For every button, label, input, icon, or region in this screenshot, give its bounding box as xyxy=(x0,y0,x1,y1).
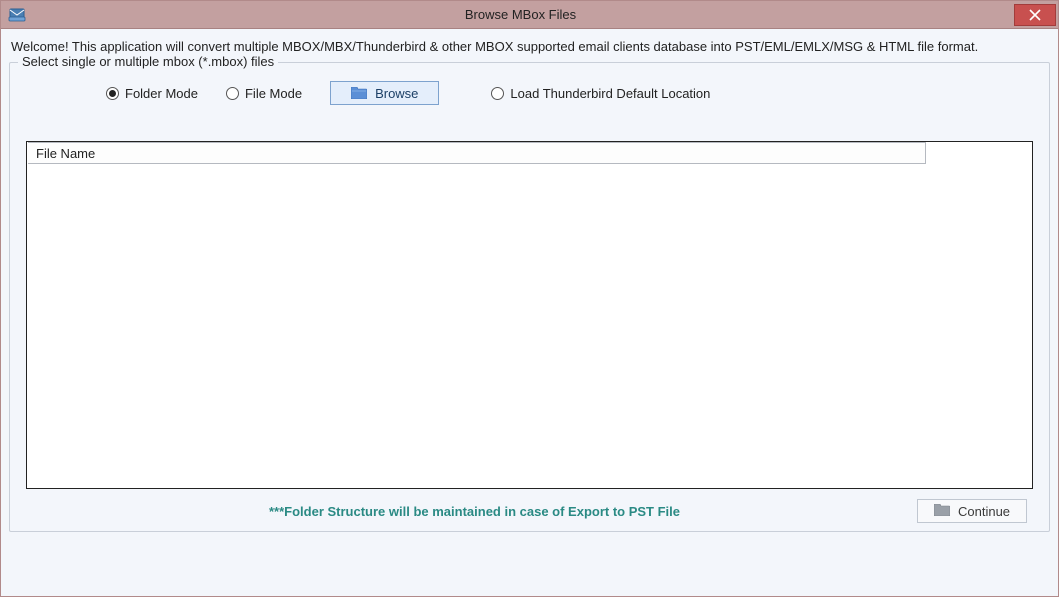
footer-row: ***Folder Structure will be maintained i… xyxy=(26,489,1033,523)
dialog-window: Browse MBox Files Welcome! This applicat… xyxy=(0,0,1059,597)
continue-button-label: Continue xyxy=(958,504,1010,519)
content-area: Welcome! This application will convert m… xyxy=(1,29,1058,596)
radio-folder-label: Folder Mode xyxy=(125,86,198,101)
radio-icon xyxy=(226,87,239,100)
file-table: File Name xyxy=(26,141,1033,489)
folder-icon xyxy=(351,87,367,99)
radio-icon xyxy=(106,87,119,100)
footer-note: ***Folder Structure will be maintained i… xyxy=(32,504,917,519)
folder-grey-icon xyxy=(934,504,950,519)
fieldset-legend: Select single or multiple mbox (*.mbox) … xyxy=(18,54,278,69)
radio-file-mode[interactable]: File Mode xyxy=(226,86,302,101)
mode-row: Folder Mode File Mode Browse xyxy=(26,73,1033,111)
radio-thunderbird-label: Load Thunderbird Default Location xyxy=(510,86,710,101)
column-header-filename[interactable]: File Name xyxy=(28,142,926,164)
radio-folder-mode[interactable]: Folder Mode xyxy=(106,86,198,101)
radio-icon xyxy=(491,87,504,100)
browse-button[interactable]: Browse xyxy=(330,81,439,105)
radio-thunderbird-default[interactable]: Load Thunderbird Default Location xyxy=(491,86,710,101)
table-body xyxy=(27,164,1032,488)
continue-button[interactable]: Continue xyxy=(917,499,1027,523)
titlebar: Browse MBox Files xyxy=(1,1,1058,29)
browse-button-label: Browse xyxy=(375,86,418,101)
close-button[interactable] xyxy=(1014,4,1056,26)
app-icon xyxy=(7,5,27,25)
table-header-row: File Name xyxy=(27,142,1032,164)
close-icon xyxy=(1029,9,1041,21)
mode-fieldset: Select single or multiple mbox (*.mbox) … xyxy=(9,62,1050,532)
radio-file-label: File Mode xyxy=(245,86,302,101)
window-title: Browse MBox Files xyxy=(27,7,1014,22)
